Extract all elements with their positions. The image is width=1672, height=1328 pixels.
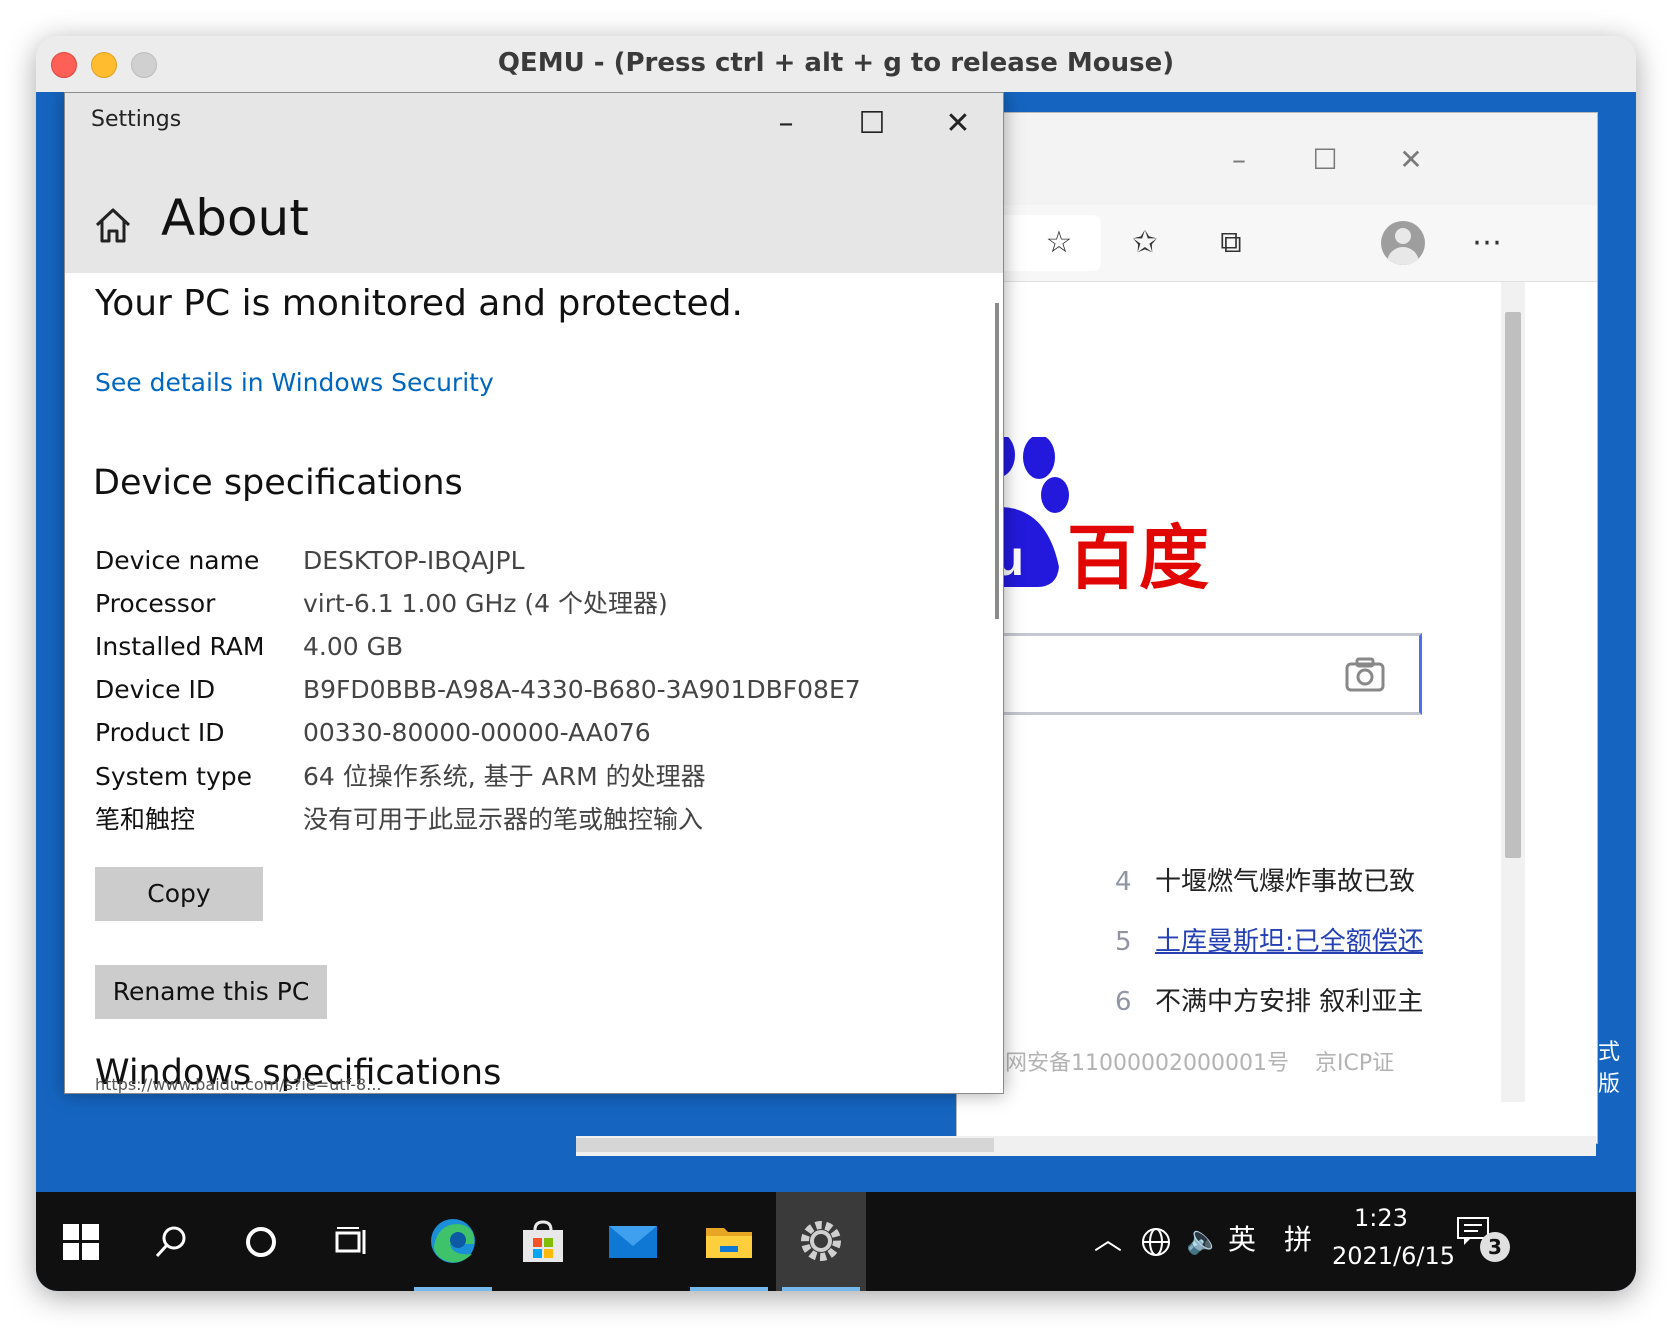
settings-header: Settings – ☐ ✕ About	[65, 93, 1003, 273]
edge-maximize-button[interactable]: ☐	[1305, 145, 1345, 175]
more-menu-icon[interactable]: ⋯	[1465, 221, 1509, 265]
running-indicator	[414, 1287, 492, 1291]
h-scrollbar-thumb[interactable]	[576, 1138, 994, 1152]
device-spec-heading: Device specifications	[93, 463, 463, 503]
spec-value: 4.00 GB	[303, 632, 404, 661]
horizontal-scrollbar[interactable]	[576, 1136, 1596, 1156]
ime-mode[interactable]: 英	[1228, 1220, 1256, 1260]
folder-icon	[706, 1228, 752, 1258]
spec-label: Device ID	[95, 675, 216, 704]
running-indicator	[690, 1287, 768, 1291]
minimize-button[interactable]: –	[763, 107, 809, 141]
settings-window: Settings – ☐ ✕ About Your PC is monitore…	[64, 92, 1004, 1094]
edge-minimize-button[interactable]: –	[1219, 145, 1259, 175]
window-title: QEMU - (Press ctrl + alt + g to release …	[497, 48, 1175, 78]
store-taskbar-button[interactable]	[498, 1192, 588, 1291]
spec-label: 笔和触控	[95, 805, 196, 834]
hot-list-item[interactable]: 4 十堰燃气爆炸事故已致	[1115, 862, 1423, 902]
edge-browser-window: – ☐ ✕ ☆ ✩ ⧉ ⋯ du	[956, 112, 1598, 1144]
scrollbar-thumb[interactable]	[1505, 312, 1521, 858]
clock-time[interactable]: 1:23	[1354, 1204, 1408, 1232]
clock-date[interactable]: 2021/6/15	[1332, 1242, 1455, 1270]
notification-badge: 3	[1480, 1232, 1510, 1262]
build-watermark: 评估副本。 Build 21354.co_release.210402-1630	[1012, 1108, 1588, 1136]
task-view-icon	[335, 1227, 366, 1254]
spec-label: Processor	[95, 589, 216, 618]
spec-value: 没有可用于此显示器的笔或触控输入	[303, 805, 704, 834]
rename-pc-button[interactable]: Rename this PC	[95, 965, 327, 1019]
taskbar: ︿ 🔈 英 拼 1:23 2021/6/15 3	[36, 1192, 1636, 1291]
gear-icon	[801, 1221, 841, 1261]
edge-taskbar-button[interactable]	[408, 1192, 498, 1291]
settings-content: Your PC is monitored and protected. See …	[65, 273, 1003, 1093]
edge-icon	[431, 1219, 475, 1263]
qemu-window: QEMU - (Press ctrl + alt + g to release …	[36, 36, 1636, 1291]
spec-label: Installed RAM	[95, 632, 265, 661]
mac-titlebar[interactable]: QEMU - (Press ctrl + alt + g to release …	[36, 36, 1636, 93]
profile-avatar[interactable]	[1381, 221, 1425, 265]
side-text: 版	[1598, 1072, 1621, 1097]
favorites-icon[interactable]: ✩	[1123, 221, 1167, 265]
ime-pinyin[interactable]: 拼	[1284, 1220, 1312, 1260]
home-icon[interactable]	[93, 205, 133, 245]
volume-icon[interactable]: 🔈	[1186, 1220, 1221, 1260]
vertical-scrollbar[interactable]	[1501, 282, 1525, 1102]
hot-list-item[interactable]: 5 土库曼斯坦:已全额偿还	[1115, 922, 1423, 962]
mail-taskbar-button[interactable]	[588, 1192, 678, 1291]
camera-icon[interactable]	[1345, 656, 1385, 692]
spec-value: virt-6.1 1.00 GHz (4 个处理器)	[303, 589, 668, 618]
settings-window-title: Settings	[91, 107, 182, 132]
baidu-page: du 百度 4十堰燃气爆炸事故已致 5土库曼斯坦:已全额偿还 6不满中方安排 叙…	[957, 282, 1597, 1142]
spec-value: DESKTOP-IBQAJPL	[303, 546, 525, 575]
protection-status: Your PC is monitored and protected.	[95, 283, 743, 324]
chevron-up-icon[interactable]: ︿	[1094, 1220, 1122, 1260]
status-url: https://www.baidu.com/s?ie=utf-8...	[95, 1075, 382, 1093]
edge-toolbar: ☆ ✩ ⧉ ⋯	[957, 205, 1597, 282]
baidu-search-input[interactable]	[957, 633, 1422, 715]
footer-icp[interactable]: 京ICP证	[1315, 1045, 1394, 1077]
add-favorite-icon[interactable]: ☆	[1037, 221, 1081, 265]
cortana-button[interactable]	[216, 1192, 306, 1291]
windows-desktop: – ☐ ✕ ☆ ✩ ⧉ ⋯ du	[36, 92, 1636, 1291]
settings-taskbar-button[interactable]	[776, 1192, 866, 1291]
search-button[interactable]	[126, 1192, 216, 1291]
edge-close-button[interactable]: ✕	[1391, 145, 1431, 175]
spec-value: 00330-80000-00000-AA076	[303, 718, 651, 747]
side-text: 式	[1598, 1040, 1621, 1065]
spec-label: System type	[95, 762, 253, 791]
task-view-button[interactable]	[306, 1192, 396, 1291]
explorer-taskbar-button[interactable]	[684, 1192, 774, 1291]
start-button[interactable]	[36, 1192, 126, 1291]
store-icon	[523, 1220, 563, 1262]
edge-titlebar[interactable]: – ☐ ✕	[957, 113, 1597, 205]
collections-icon[interactable]: ⧉	[1209, 221, 1253, 265]
search-icon	[155, 1226, 186, 1258]
spec-label: Product ID	[95, 718, 225, 747]
spec-value: B9FD0BBB-A98A-4330-B680-3A901DBF08E7	[303, 675, 861, 704]
running-indicator	[782, 1287, 860, 1291]
close-button[interactable]: ✕	[935, 107, 981, 141]
windows-security-link[interactable]: See details in Windows Security	[95, 368, 494, 397]
baidu-logo-text: 百度	[1067, 517, 1211, 599]
spec-value: 64 位操作系统, 基于 ARM 的处理器	[303, 762, 706, 791]
spec-label: Device name	[95, 546, 260, 575]
network-globe-icon[interactable]	[1140, 1226, 1172, 1258]
footer-license[interactable]: 京公网安备11000002000001号	[961, 1045, 1289, 1077]
windows-logo-icon	[63, 1224, 99, 1260]
copy-button[interactable]: Copy	[95, 867, 263, 921]
mail-icon	[609, 1226, 657, 1258]
maximize-button[interactable]: ☐	[849, 107, 895, 141]
cortana-icon	[246, 1227, 276, 1257]
settings-scrollbar[interactable]	[995, 303, 999, 619]
page-title: About	[161, 189, 309, 247]
hot-list-item[interactable]: 6 不满中方安排 叙利亚主	[1115, 982, 1423, 1022]
